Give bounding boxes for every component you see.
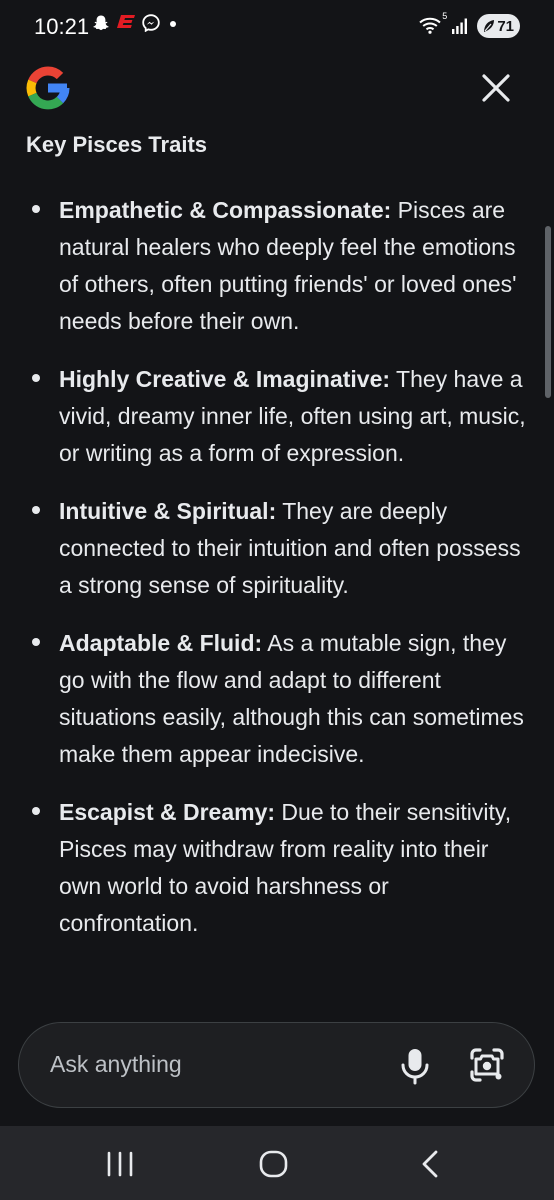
list-item: Escapist & Dreamy: Due to their sensitiv… <box>0 794 554 942</box>
espn-icon <box>117 15 135 28</box>
snapchat-icon <box>93 15 109 31</box>
home-icon[interactable] <box>257 1148 291 1180</box>
recents-icon[interactable] <box>103 1150 137 1178</box>
status-time: 10:21 <box>34 14 90 39</box>
bullet-icon <box>32 506 40 514</box>
bullet-icon <box>32 638 40 646</box>
wifi-badge: 5 <box>442 11 448 21</box>
back-icon[interactable] <box>416 1148 444 1180</box>
list-item: Highly Creative & Imaginative: They have… <box>0 361 554 472</box>
messenger-icon <box>142 14 160 32</box>
ask-input-bar[interactable]: Ask anything <box>18 1022 535 1108</box>
list-item: Intuitive & Spiritual: They are deeply c… <box>0 493 554 604</box>
google-lens-icon[interactable] <box>467 1045 507 1085</box>
scrollbar[interactable] <box>545 226 551 398</box>
wifi-icon: 5 <box>419 11 447 36</box>
system-icons: 5 71 <box>419 11 520 38</box>
google-g-logo[interactable] <box>22 62 74 114</box>
system-nav-bar <box>0 1126 554 1200</box>
list-item: Empathetic & Compassionate: Pisces are n… <box>0 192 554 340</box>
trait-text: Highly Creative & Imaginative: They have… <box>59 361 526 472</box>
close-icon[interactable] <box>476 68 516 108</box>
trait-heading: Empathetic & Compassionate: <box>59 197 392 223</box>
list-item: Adaptable & Fluid: As a mutable sign, th… <box>0 625 554 773</box>
dot-icon <box>170 21 176 27</box>
section-title: Key Pisces Traits <box>26 132 208 157</box>
trait-text: Escapist & Dreamy: Due to their sensitiv… <box>59 794 526 942</box>
header <box>0 56 554 128</box>
leaf-icon <box>484 20 495 32</box>
signal-icon <box>452 18 468 34</box>
battery-indicator: 71 <box>477 14 520 38</box>
trait-heading: Adaptable & Fluid: <box>59 630 263 656</box>
bullet-icon <box>32 205 40 213</box>
trait-heading: Escapist & Dreamy: <box>59 799 276 825</box>
trait-heading: Intuitive & Spiritual: <box>59 498 277 524</box>
trait-text: Adaptable & Fluid: As a mutable sign, th… <box>59 625 526 773</box>
mic-icon[interactable] <box>397 1046 433 1086</box>
status-bar: 10:21 5 71 <box>0 0 554 56</box>
bullet-icon <box>32 374 40 382</box>
ask-input[interactable]: Ask anything <box>50 1051 182 1078</box>
trait-text: Empathetic & Compassionate: Pisces are n… <box>59 192 526 340</box>
trait-heading: Highly Creative & Imaginative: <box>59 366 391 392</box>
traits-list: Empathetic & Compassionate: Pisces are n… <box>0 192 554 963</box>
notification-icons <box>92 14 180 32</box>
bullet-icon <box>32 807 40 815</box>
battery-level: 71 <box>497 17 514 35</box>
trait-text: Intuitive & Spiritual: They are deeply c… <box>59 493 526 604</box>
